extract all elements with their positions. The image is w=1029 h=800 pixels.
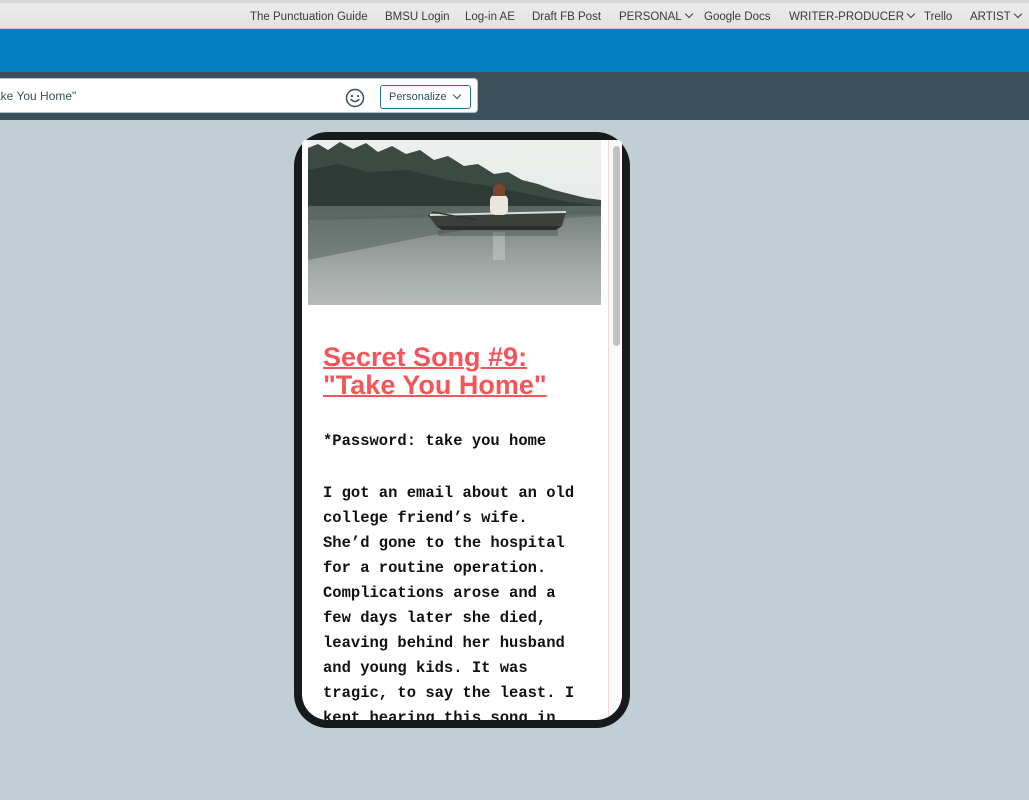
bookmark-label: ARTIST [970,11,1011,23]
bookmark-bmsu-login[interactable]: BMSU Login [385,11,450,23]
body-line: Complications arose and a [323,584,556,602]
preview-text-field[interactable]: ake You Home" Personalize [0,78,478,113]
post-body: I got an email about an old college frie… [323,481,601,720]
bookmark-folder-artist[interactable]: ARTIST [970,9,1022,23]
lake-rowboat-image [308,140,601,305]
bookmarks-bar: The Punctuation Guide BMSU Login Log-in … [0,0,1029,29]
body-line: tragic, to say the least. I [323,684,575,702]
body-line: and young kids. It was [323,659,528,677]
post-title-link[interactable]: Secret Song #9: "Take You Home" [323,343,593,399]
chevron-down-icon [906,9,916,19]
body-line: She’d gone to the hospital [323,534,565,552]
mobile-preview-frame: Secret Song #9: "Take You Home" *Passwor… [294,132,630,728]
body-line: for a routine operation. [323,559,547,577]
bookmark-punctuation-guide[interactable]: The Punctuation Guide [250,11,368,23]
bookmark-label: WRITER-PRODUCER [789,11,904,23]
chevron-down-icon [452,90,462,100]
bookmark-label: PERSONAL [619,11,682,23]
bookmark-trello[interactable]: Trello [924,11,952,23]
bookmark-google-docs[interactable]: Google Docs [704,11,770,23]
emoji-smiley-icon[interactable] [345,88,365,108]
body-line: kept hearing this song in [323,709,556,720]
mobile-preview-screen[interactable]: Secret Song #9: "Take You Home" *Passwor… [302,140,622,720]
bookmark-draft-fb-post[interactable]: Draft FB Post [532,11,601,23]
personalize-dropdown[interactable]: Personalize [380,85,471,109]
post-title-line: "Take You Home" [323,370,547,400]
body-line: college friend’s wife. [323,509,528,527]
body-line: few days later she died, [323,609,547,627]
personalize-label: Personalize [389,91,447,103]
hero-image [308,140,601,305]
body-line: I got an email about an old [323,484,575,502]
password-note: *Password: take you home [323,432,547,450]
bookmark-login-ae[interactable]: Log-in AE [465,11,515,23]
chevron-down-icon [1013,9,1022,19]
app-header [0,29,1029,72]
body-line: leaving behind her husband [323,634,565,652]
preview-scrollbar[interactable] [608,140,622,720]
preview-text-value: ake You Home" [0,89,77,103]
preview-scrollbar-thumb[interactable] [613,146,620,346]
chevron-down-icon [684,9,693,19]
post-title-line: Secret Song #9: [323,342,528,372]
bookmark-folder-personal[interactable]: PERSONAL [619,9,693,23]
bookmark-folder-writer-producer[interactable]: WRITER-PRODUCER [789,9,916,23]
